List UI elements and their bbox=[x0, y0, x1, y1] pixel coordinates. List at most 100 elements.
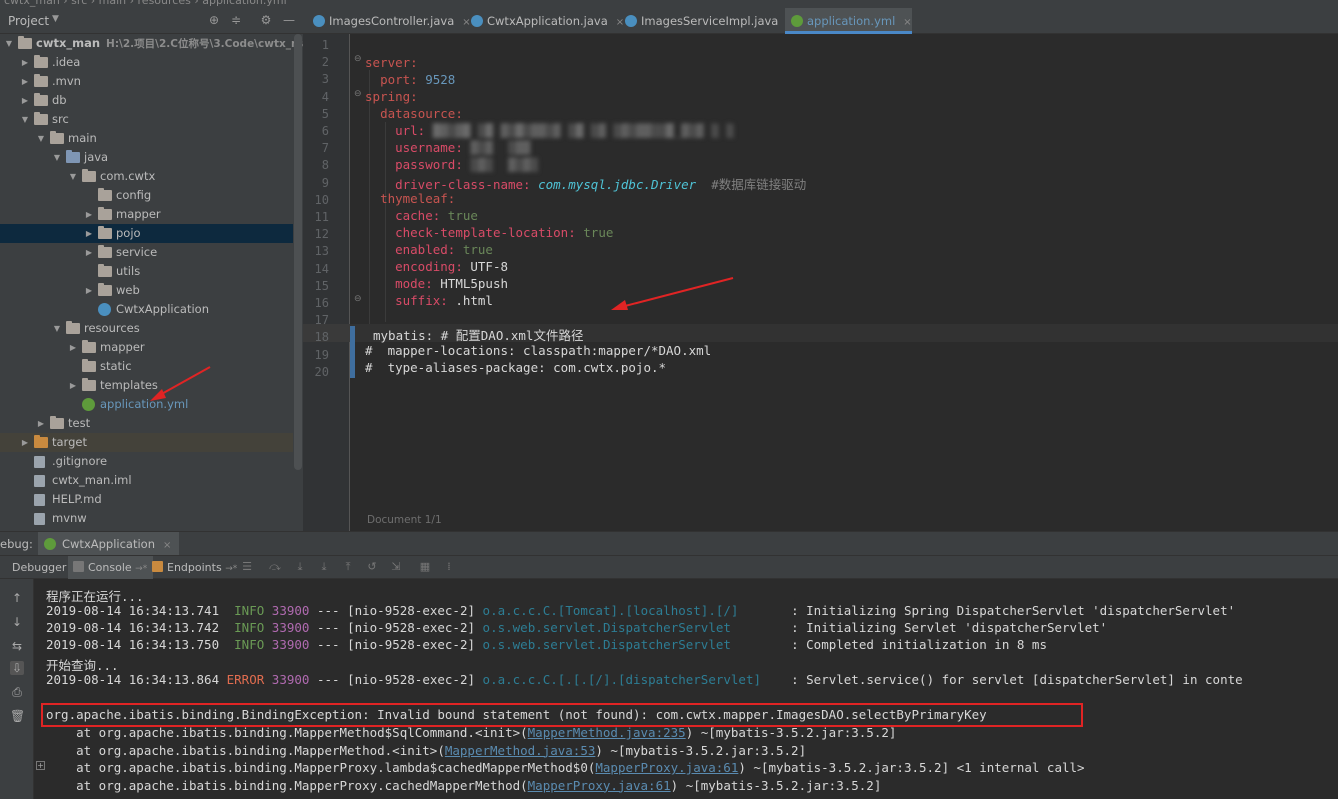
line-number: 10 bbox=[314, 192, 329, 207]
chevron-right-icon[interactable]: ▶ bbox=[20, 91, 30, 110]
tree-item[interactable]: ▼ resources bbox=[0, 319, 293, 338]
chevron-right-icon[interactable]: ▶ bbox=[84, 224, 94, 243]
chevron-right-icon[interactable]: ▶ bbox=[20, 72, 30, 91]
tree-item[interactable]: ▶ pojo bbox=[0, 224, 293, 243]
package-icon bbox=[98, 226, 112, 239]
tab-console[interactable]: Console →* bbox=[68, 556, 154, 579]
expand-icon[interactable]: + bbox=[36, 761, 45, 770]
trace-icon[interactable]: ⁞ bbox=[442, 560, 456, 574]
tree-item[interactable]: ▶ service bbox=[0, 243, 293, 262]
chevron-down-icon[interactable]: ▼ bbox=[20, 110, 30, 129]
tree-item[interactable]: CwtxApplication bbox=[0, 300, 293, 319]
annotation-arrow-tree bbox=[150, 366, 211, 401]
chevron-right-icon[interactable]: ▶ bbox=[84, 205, 94, 224]
tree-item[interactable]: utils bbox=[0, 262, 293, 281]
trash-icon[interactable]: 🗑 bbox=[10, 709, 25, 723]
folder-icon bbox=[34, 93, 48, 106]
tab-debugger[interactable]: Debugger bbox=[12, 556, 66, 579]
project-scrollbar[interactable] bbox=[294, 34, 302, 470]
chevron-right-icon[interactable]: ▶ bbox=[20, 433, 30, 452]
chevron-down-icon[interactable]: ▼ bbox=[52, 319, 62, 338]
stack-trace-line: at org.apache.ibatis.binding.MapperProxy… bbox=[46, 777, 882, 793]
chevron-right-icon[interactable]: ▶ bbox=[84, 243, 94, 262]
hide-icon[interactable]: — bbox=[281, 12, 297, 28]
menu-icon[interactable]: ☰ bbox=[240, 560, 254, 574]
pin-icon[interactable]: →* bbox=[135, 564, 147, 574]
tree-item-label: java bbox=[84, 150, 109, 164]
tree-item[interactable]: ▼ com.cwtx bbox=[0, 167, 293, 186]
chevron-right-icon[interactable]: ▶ bbox=[68, 338, 78, 357]
chevron-right-icon[interactable]: ▶ bbox=[36, 414, 46, 433]
tree-item[interactable]: ▶ web bbox=[0, 281, 293, 300]
project-panel-title[interactable]: Project bbox=[8, 14, 49, 28]
close-icon[interactable]: × bbox=[163, 540, 171, 551]
tree-item-label: service bbox=[116, 245, 158, 259]
tree-item[interactable]: ▶ .mvn bbox=[0, 72, 293, 91]
tree-item[interactable]: ▼ java bbox=[0, 148, 293, 167]
tree-item[interactable]: .gitignore bbox=[0, 452, 293, 471]
source-link[interactable]: MapperProxy.java:61 bbox=[528, 778, 671, 793]
editor-tab[interactable]: ImagesServiceImpl.java× bbox=[619, 8, 795, 34]
chevron-down-icon[interactable]: ▼ bbox=[52, 14, 59, 24]
tree-item[interactable]: ▼ cwtx_man H:\2.项目\2.C位称号\3.Code\cwtx_man bbox=[0, 34, 303, 53]
console-output[interactable]: ↑ ↓ ⇆ ⇩ ⎙ 🗑 程序正在运行... 2019-08-14 16:34:1… bbox=[0, 579, 1338, 799]
drop-frame-icon[interactable]: ↺ bbox=[365, 560, 379, 574]
pin-icon[interactable]: →* bbox=[225, 564, 237, 574]
scroll-to-end-icon[interactable]: ⇩ bbox=[10, 661, 24, 675]
tree-item[interactable]: ▶ db bbox=[0, 91, 293, 110]
tab-endpoints[interactable]: Endpoints →* bbox=[151, 556, 237, 579]
chevron-right-icon[interactable]: ▶ bbox=[68, 376, 78, 395]
fold-icon[interactable]: ⊖ bbox=[354, 294, 362, 304]
code-line-2: server: bbox=[365, 55, 418, 70]
tree-item[interactable]: ▶ mapper bbox=[0, 338, 293, 357]
line-number: 14 bbox=[314, 261, 329, 276]
tree-item[interactable]: ▶ mapper bbox=[0, 205, 293, 224]
tree-item[interactable]: HELP.md bbox=[0, 490, 293, 509]
chevron-right-icon[interactable]: ▶ bbox=[84, 281, 94, 300]
close-icon[interactable]: × bbox=[903, 17, 911, 28]
code-line-20: # type-aliases-package: com.cwtx.pojo.* bbox=[365, 360, 667, 375]
tree-item[interactable]: ▶ target bbox=[0, 433, 293, 452]
step-over-icon[interactable]: ⤼ bbox=[268, 560, 282, 574]
tree-item[interactable]: cwtx_man.iml bbox=[0, 471, 293, 490]
tree-item-label: HELP.md bbox=[52, 492, 102, 506]
code-line-14: encoding: UTF-8 bbox=[395, 259, 509, 274]
arrow-up-icon[interactable]: ↑ bbox=[10, 591, 24, 605]
step-into-icon[interactable]: ⤓ bbox=[293, 560, 307, 574]
chevron-down-icon[interactable]: ▼ bbox=[52, 148, 62, 167]
locate-icon[interactable]: ⊕ bbox=[206, 12, 222, 28]
tree-item[interactable]: config bbox=[0, 186, 293, 205]
tree-item[interactable]: ▶ test bbox=[0, 414, 293, 433]
tree-item-label: main bbox=[68, 131, 97, 145]
force-step-into-icon[interactable]: ⤓ bbox=[317, 560, 331, 574]
chevron-down-icon[interactable]: ▼ bbox=[36, 129, 46, 148]
editor-tab[interactable]: CwtxApplication.java × bbox=[465, 8, 624, 34]
run-to-cursor-icon[interactable]: ⇲ bbox=[389, 560, 403, 574]
print-icon[interactable]: ⎙ bbox=[10, 685, 24, 699]
tree-item[interactable]: mvnw bbox=[0, 509, 293, 528]
source-link[interactable]: MapperMethod.java:53 bbox=[445, 743, 596, 758]
spring-class-icon bbox=[98, 303, 111, 316]
step-out-icon[interactable]: ⤒ bbox=[341, 560, 355, 574]
chevron-right-icon[interactable]: ▶ bbox=[20, 53, 30, 72]
evaluate-icon[interactable]: ▦ bbox=[418, 560, 432, 574]
chevron-down-icon[interactable]: ▼ bbox=[4, 34, 14, 53]
editor-tab[interactable]: application.yml × bbox=[785, 8, 912, 34]
chevron-down-icon[interactable]: ▼ bbox=[68, 167, 78, 186]
source-link[interactable]: MapperMethod.java:235 bbox=[528, 725, 686, 740]
collapse-icon[interactable]: ≑ bbox=[228, 12, 244, 28]
debug-run-tab[interactable]: CwtxApplication × bbox=[38, 532, 180, 556]
code-editor[interactable]: 1 2 3 4 5 6 7 8 9 10 11 12 13 14 15 16 17 18 19 20 ⊖ ⊖ ⊖ se… bbox=[303, 34, 1338, 531]
folder-icon bbox=[82, 378, 96, 391]
tree-item[interactable]: ▼ src bbox=[0, 110, 293, 129]
arrow-down-icon[interactable]: ↓ bbox=[10, 615, 24, 629]
editor-tab[interactable]: ImagesController.java × bbox=[307, 8, 471, 34]
java-class-icon bbox=[313, 15, 325, 27]
tree-item[interactable]: ▼ main bbox=[0, 129, 293, 148]
fold-icon[interactable]: ⊖ bbox=[354, 89, 362, 99]
tree-item[interactable]: ▶ .idea bbox=[0, 53, 293, 72]
fold-icon[interactable]: ⊖ bbox=[354, 54, 362, 64]
soft-wrap-icon[interactable]: ⇆ bbox=[10, 639, 24, 653]
gear-icon[interactable]: ⚙ bbox=[258, 12, 274, 28]
source-link[interactable]: MapperProxy.java:61 bbox=[595, 760, 738, 775]
